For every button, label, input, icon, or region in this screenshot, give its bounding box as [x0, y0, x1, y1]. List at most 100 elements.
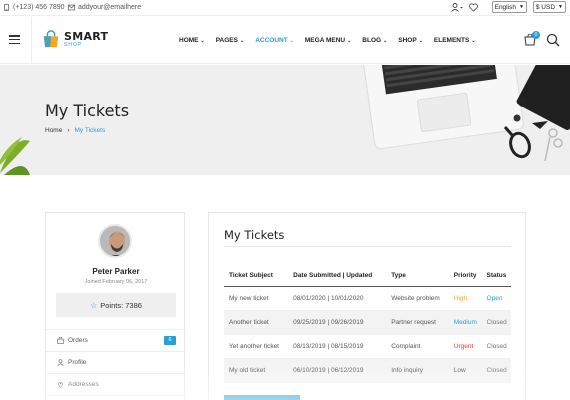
currency-select[interactable]: $ USD ▼	[532, 1, 566, 13]
avatar	[98, 224, 132, 258]
user-icon[interactable]	[450, 2, 463, 12]
main-nav: HOME ⌄ PAGES ⌄ ACCOUNT ⌄ MEGA MENU ⌄ BLOG ⌄ S…	[179, 37, 476, 44]
ticket-status: Closed	[481, 310, 511, 335]
breadcrumb-home[interactable]: Home	[45, 127, 62, 134]
language-select[interactable]: English ▼	[491, 1, 527, 13]
nav-label: SHOP	[398, 37, 417, 44]
column-header[interactable]: Type	[386, 266, 449, 287]
nav-label: BLOG	[362, 37, 382, 44]
top-bar: (+123) 456 7890 addyour@emailhere Englis…	[0, 0, 570, 16]
site-logo[interactable]: SMART SHOP	[42, 30, 108, 48]
breadcrumb: Home › My Tickets	[45, 127, 105, 134]
page-title: My Tickets	[45, 101, 130, 120]
chevron-down-icon: ⌄	[347, 37, 352, 44]
profile-joined: Joined February 06, 2017	[84, 279, 148, 285]
nav-label: ELEMENTS	[433, 37, 470, 44]
sidebar-item-addresses[interactable]: Addresses	[46, 373, 186, 395]
nav-home[interactable]: HOME ⌄	[179, 37, 205, 44]
ticket-dates: 08/13/2019 | 08/15/2019	[288, 334, 387, 359]
divider	[31, 17, 32, 64]
table-row[interactable]: My old ticket 06/10/2019 | 06/12/2019 In…	[224, 358, 511, 383]
ticket-subject[interactable]: Another ticket	[224, 310, 289, 335]
hero-desk-image	[0, 65, 570, 175]
email-address[interactable]: addyour@emailhere	[78, 4, 141, 11]
table-row[interactable]: Another ticket 09/25/2019 | 09/26/2019 P…	[224, 310, 511, 335]
ticket-status: Closed	[481, 358, 511, 383]
page-hero: My Tickets Home › My Tickets	[0, 65, 570, 175]
chevron-down-icon: ⌄	[418, 37, 423, 44]
ticket-type: Partner request	[386, 310, 449, 335]
points-value: Points: 7386	[100, 300, 142, 310]
ticket-priority: Low	[448, 358, 482, 383]
nav-label: MEGA MENU	[304, 37, 346, 44]
star-icon: ☆	[90, 300, 98, 310]
profile-card: Peter Parker Joined February 06, 2017 ☆ …	[45, 212, 186, 400]
ticket-dates: 09/25/2019 | 09/26/2019	[288, 310, 387, 335]
account-menu: Orders 6 Profile Addresses	[46, 329, 186, 400]
ticket-dates: 06/10/2019 | 06/12/2019	[288, 358, 387, 383]
table-header-row: Ticket Subject Date Submitted | Updated …	[224, 266, 511, 287]
email-info[interactable]: addyour@emailhere	[68, 4, 141, 11]
chevron-down-icon: ⌄	[289, 37, 294, 44]
nav-label: ACCOUNT	[255, 37, 288, 44]
sidebar-item-label: Orders	[68, 337, 88, 344]
ticket-subject[interactable]: My new ticket	[224, 286, 289, 311]
pin-icon	[58, 382, 63, 388]
chevron-down-icon: ⌄	[471, 37, 476, 44]
cart-count-badge: 0	[532, 31, 540, 39]
chevron-right-icon: ›	[67, 127, 70, 134]
search-icon[interactable]	[546, 33, 560, 47]
phone-info: (+123) 456 7890	[3, 4, 65, 11]
nav-label: HOME	[179, 37, 199, 44]
chevron-down-icon: ⌄	[200, 37, 205, 44]
ticket-type: Info inquiry	[386, 358, 449, 383]
ticket-subject[interactable]: Yet another ticket	[224, 334, 289, 359]
submit-ticket-button[interactable]	[224, 395, 300, 400]
ticket-status: Closed	[481, 334, 511, 359]
logo-tagline: SHOP	[64, 41, 83, 48]
ticket-subject[interactable]: My old ticket	[224, 358, 289, 383]
ticket-type: Complaint	[386, 334, 449, 359]
sidebar-item-profile[interactable]: Profile	[46, 351, 186, 373]
divider	[224, 246, 511, 247]
currency-value: $ USD	[535, 3, 556, 11]
ticket-type: Website problem	[386, 286, 449, 311]
column-header[interactable]: Date Submitted | Updated	[288, 266, 387, 287]
table-row[interactable]: My new ticket 08/01/2020 | 10/01/2020 We…	[224, 286, 511, 311]
column-header[interactable]: Priority	[448, 266, 482, 287]
section-title: My Tickets	[224, 228, 285, 242]
ticket-dates: 08/01/2020 | 10/01/2020	[288, 286, 387, 311]
site-header: SMART SHOP HOME ⌄ PAGES ⌄ ACCOUNT ⌄ MEGA ME…	[0, 17, 570, 64]
nav-mega-menu[interactable]: MEGA MENU ⌄	[305, 37, 351, 44]
nav-pages[interactable]: PAGES ⌄	[216, 37, 244, 44]
nav-account[interactable]: ACCOUNT ⌄	[255, 37, 294, 44]
column-header[interactable]: Status	[481, 266, 511, 287]
nav-shop[interactable]: SHOP ⌄	[398, 37, 423, 44]
tickets-table: Ticket Subject Date Submitted | Updated …	[224, 266, 511, 383]
user-icon	[57, 359, 64, 366]
sidebar-item-label: Profile	[68, 359, 87, 366]
points-box: ☆ Points: 7386	[56, 293, 176, 317]
sidebar-item-label: Addresses	[68, 381, 99, 388]
mail-icon	[68, 4, 75, 11]
language-value: English	[494, 3, 516, 11]
nav-blog[interactable]: BLOG ⌄	[362, 37, 387, 44]
bag-icon	[57, 337, 64, 344]
tickets-card: My Tickets Ticket Subject Date Submitted…	[208, 212, 526, 400]
sidebar-item-more[interactable]	[46, 395, 186, 400]
phone-number: (+123) 456 7890	[13, 4, 65, 11]
menu-icon[interactable]	[9, 35, 20, 44]
chevron-down-icon: ▼	[558, 4, 563, 10]
breadcrumb-current: My Tickets	[74, 127, 106, 134]
ticket-priority: High	[448, 286, 482, 311]
nav-elements[interactable]: ELEMENTS ⌄	[434, 37, 476, 44]
column-header[interactable]: Ticket Subject	[224, 266, 289, 287]
ticket-priority: Medium	[448, 310, 482, 335]
logo-title: SMART	[64, 29, 109, 43]
nav-label: PAGES	[215, 37, 238, 44]
phone-icon	[4, 4, 9, 11]
heart-icon[interactable]	[468, 3, 478, 12]
table-row[interactable]: Yet another ticket 08/13/2019 | 08/15/20…	[224, 334, 511, 359]
ticket-priority: Urgent	[448, 334, 482, 359]
sidebar-item-orders[interactable]: Orders 6	[46, 329, 186, 351]
